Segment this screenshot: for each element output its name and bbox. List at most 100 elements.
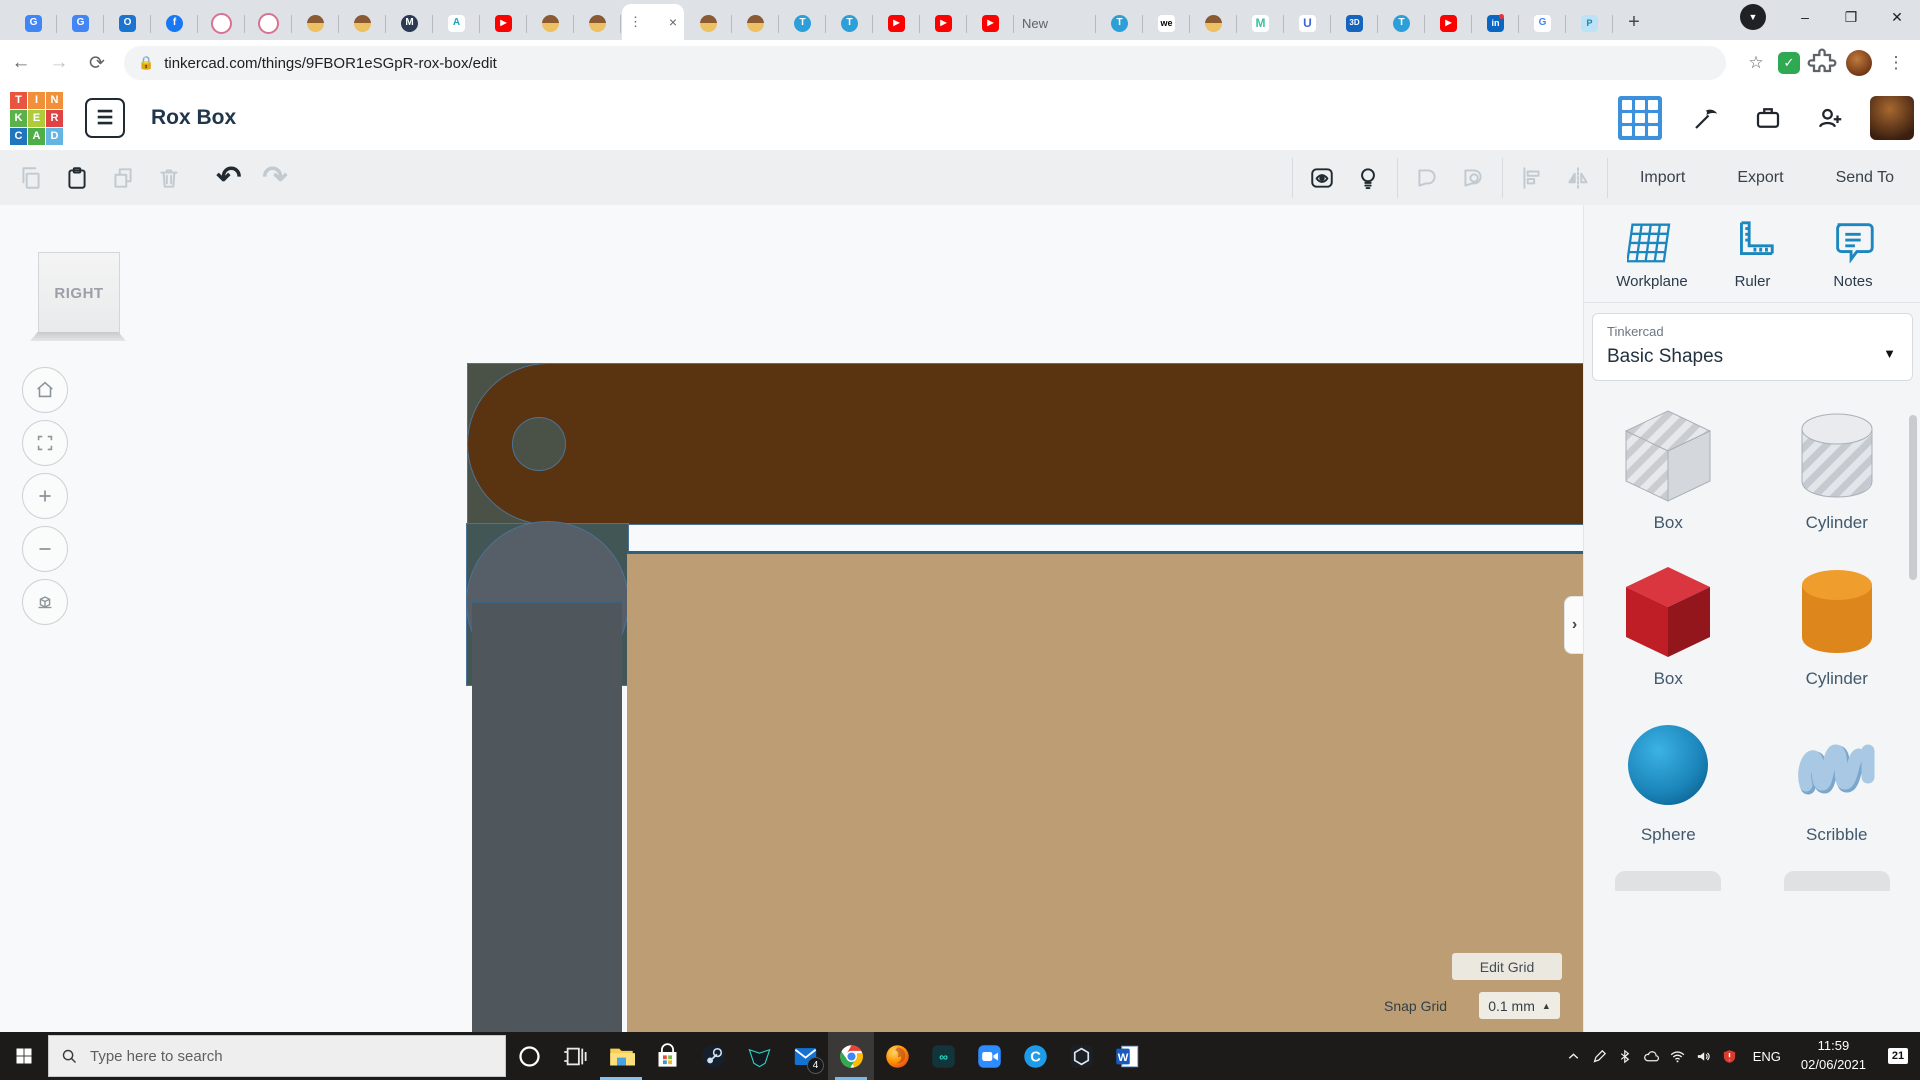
taskbar-firefox-icon[interactable] <box>874 1032 920 1080</box>
tab-youtube[interactable]: ▶ <box>480 6 527 40</box>
send-to-button[interactable]: Send To <box>1810 150 1920 205</box>
tab-ublue[interactable]: U <box>1284 6 1331 40</box>
shape-item-scribble[interactable]: Scribble <box>1772 715 1902 845</box>
panel-scrollbar[interactable] <box>1909 415 1917 580</box>
tab-bear[interactable] <box>685 6 732 40</box>
profile-avatar[interactable] <box>1870 96 1914 140</box>
zoom-in-button[interactable] <box>22 473 68 519</box>
ungroup-button[interactable] <box>1450 158 1496 198</box>
tab-youtube[interactable]: ▶ <box>920 6 967 40</box>
tray-wifi-icon[interactable] <box>1665 1032 1691 1080</box>
window-minimize-button[interactable]: – <box>1782 0 1828 34</box>
import-button[interactable]: Import <box>1614 150 1711 205</box>
tab-youtube[interactable]: ▶ <box>873 6 920 40</box>
undo-button[interactable]: ↶ <box>206 158 252 198</box>
tab-outlook[interactable]: O <box>104 6 151 40</box>
hide-selected-button[interactable] <box>1345 158 1391 198</box>
browser-menu-icon[interactable]: ⋮ <box>1880 47 1912 79</box>
tab-printer[interactable]: P <box>1566 6 1613 40</box>
taskbar-chrome-icon[interactable] <box>828 1032 874 1080</box>
taskbar-c-app-icon[interactable]: C <box>1012 1032 1058 1080</box>
design-list-icon[interactable]: ☰ <box>85 98 125 138</box>
briefcase-icon[interactable] <box>1746 96 1790 140</box>
tab-bear[interactable] <box>732 6 779 40</box>
taskbar-task-view-icon[interactable] <box>552 1032 598 1080</box>
language-indicator[interactable]: ENG <box>1743 1049 1791 1064</box>
tab-new[interactable]: New <box>1014 6 1096 40</box>
window-restore-button[interactable]: ❐ <box>1828 0 1874 34</box>
paste-button[interactable] <box>54 158 100 198</box>
shape-item-cylinder[interactable]: Cylinder <box>1772 403 1902 533</box>
shape-brown-bar[interactable] <box>467 363 1583 525</box>
tab-mhex[interactable]: M <box>386 6 433 40</box>
tray-bluetooth-icon[interactable] <box>1613 1032 1639 1080</box>
tab-bear[interactable] <box>1190 6 1237 40</box>
taskbar-word-icon[interactable]: W <box>1104 1032 1150 1080</box>
view-cube[interactable]: RIGHT <box>38 252 120 334</box>
perspective-toggle-button[interactable] <box>22 579 68 625</box>
taskbar-file-explorer-icon[interactable] <box>598 1032 644 1080</box>
tab-tinkercad[interactable]: T <box>1096 6 1143 40</box>
taskbar-zoom-app-icon[interactable] <box>966 1032 1012 1080</box>
tab-close-icon[interactable]: × <box>669 14 677 30</box>
tray-cloud-icon[interactable] <box>1639 1032 1665 1080</box>
panel-tool-ruler[interactable]: Ruler <box>1711 217 1795 290</box>
tab-facebook[interactable]: f <box>151 6 198 40</box>
panel-tool-workplane[interactable]: Workplane <box>1610 217 1694 290</box>
tray-alert-red-icon[interactable] <box>1717 1032 1743 1080</box>
zoom-out-button[interactable] <box>22 526 68 572</box>
back-icon[interactable]: ← <box>4 46 38 80</box>
shape-library-dropdown[interactable]: Tinkercad Basic Shapes ▼ <box>1592 313 1913 381</box>
omnibox[interactable]: 🔒 tinkercad.com/things/9FBOR1eSGpR-rox-b… <box>124 46 1726 80</box>
tray-chevron-up-icon[interactable] <box>1561 1032 1587 1080</box>
action-center-button[interactable]: 21 <box>1876 1032 1920 1080</box>
tab-translate[interactable]: G <box>10 6 57 40</box>
reload-icon[interactable]: ⟳ <box>80 46 114 80</box>
taskbar-unity-icon[interactable] <box>1058 1032 1104 1080</box>
mirror-button[interactable] <box>1555 158 1601 198</box>
extensions-puzzle-icon[interactable] <box>1806 47 1838 79</box>
show-all-button[interactable] <box>1299 158 1345 198</box>
tab-mgreen[interactable]: M <box>1237 6 1284 40</box>
3d-canvas[interactable]: RIGHT Edit Grid Snap Grid 0.1 mm ▲ › <box>0 205 1583 1032</box>
home-view-button[interactable] <box>22 367 68 413</box>
active-tab[interactable]: ⋮× <box>622 4 684 40</box>
edit-grid-button[interactable]: Edit Grid <box>1452 953 1562 980</box>
align-button[interactable] <box>1509 158 1555 198</box>
blocks-pickaxe-icon[interactable] <box>1684 96 1728 140</box>
tab-bear[interactable] <box>574 6 621 40</box>
forward-icon[interactable]: → <box>42 46 76 80</box>
delete-button[interactable] <box>146 158 192 198</box>
panel-collapse-handle[interactable]: › <box>1564 596 1583 654</box>
shape-hole-circle[interactable] <box>512 417 566 471</box>
tab-tinkercad[interactable]: T <box>1378 6 1425 40</box>
shape-item-box[interactable]: Box <box>1603 559 1733 689</box>
tab-autodesk[interactable]: A <box>433 6 480 40</box>
tab-youtube[interactable]: ▶ <box>1425 6 1472 40</box>
tab-bear[interactable] <box>339 6 386 40</box>
tinkercad-logo[interactable]: TINKERCAD <box>10 92 63 145</box>
tab-youtube[interactable]: ▶ <box>967 6 1014 40</box>
shape-tan-box[interactable] <box>627 551 1583 1032</box>
taskbar-store-icon[interactable] <box>644 1032 690 1080</box>
copy-button[interactable] <box>8 158 54 198</box>
browser-avatar[interactable] <box>1846 50 1872 76</box>
shape-item-box[interactable]: Box <box>1603 403 1733 533</box>
snap-grid-dropdown[interactable]: 0.1 mm ▲ <box>1479 992 1560 1019</box>
fit-view-button[interactable] <box>22 420 68 466</box>
tab-bear[interactable] <box>292 6 339 40</box>
dashboard-grid-button[interactable] <box>1618 96 1662 140</box>
taskbar-cortana-icon[interactable] <box>506 1032 552 1080</box>
tab-bear[interactable] <box>527 6 574 40</box>
taskbar-predator-icon[interactable] <box>736 1032 782 1080</box>
tray-volume-icon[interactable] <box>1691 1032 1717 1080</box>
browser-profile-icon[interactable]: ▼ <box>1740 4 1766 30</box>
extension-check-icon[interactable]: ✓ <box>1778 52 1800 74</box>
tab-translate[interactable]: G <box>57 6 104 40</box>
tab-tinkercad[interactable]: T <box>826 6 873 40</box>
group-button[interactable] <box>1404 158 1450 198</box>
tray-pen-icon[interactable] <box>1587 1032 1613 1080</box>
taskbar-steam-icon[interactable] <box>690 1032 736 1080</box>
taskbar-search-input[interactable]: Type here to search <box>48 1035 506 1077</box>
taskbar-loop-icon[interactable]: ∞ <box>920 1032 966 1080</box>
